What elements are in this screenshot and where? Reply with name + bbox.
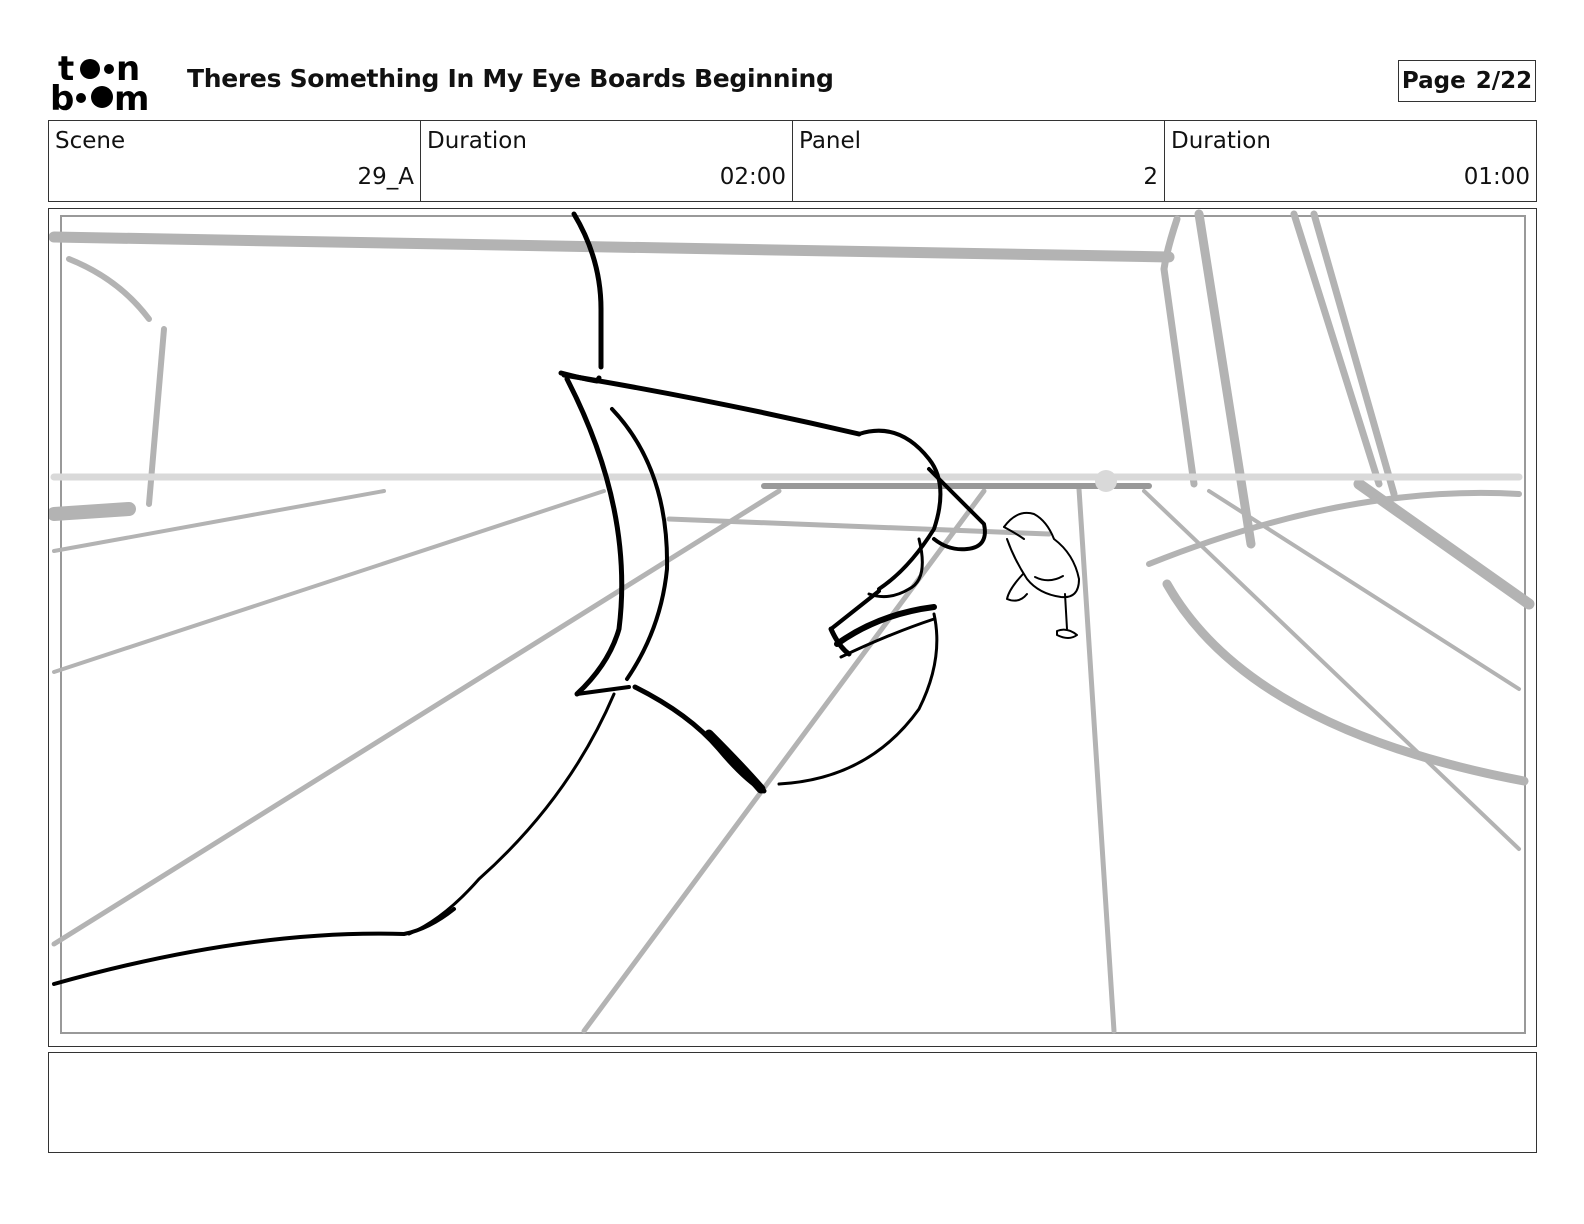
scene-cell: Scene 29_A <box>49 121 421 201</box>
svg-text:m: m <box>114 79 149 114</box>
scene-duration-label: Duration <box>427 128 527 154</box>
panel-cell: Panel 2 <box>793 121 1165 201</box>
panel-duration-label: Duration <box>1171 128 1271 154</box>
panel-info-row: Scene 29_A Duration 02:00 Panel 2 Durati… <box>48 120 1537 202</box>
storyboard-panel <box>48 208 1537 1047</box>
svg-text:b: b <box>50 79 74 114</box>
page-indicator: Page 2/22 <box>1398 60 1536 102</box>
panel-label: Panel <box>799 128 862 154</box>
page-label: Page <box>1401 68 1466 94</box>
panel-notes-box <box>48 1052 1537 1153</box>
panel-duration-value: 01:00 <box>1463 164 1530 190</box>
scene-label: Scene <box>55 128 126 154</box>
storyboard-sketch <box>49 209 1535 1034</box>
scene-duration-value: 02:00 <box>719 164 786 190</box>
panel-value: 2 <box>1143 164 1158 190</box>
page-value: 2/22 <box>1475 68 1533 94</box>
scene-value: 29_A <box>357 164 414 190</box>
document-title: Theres Something In My Eye Boards Beginn… <box>187 64 834 93</box>
scene-duration-cell: Duration 02:00 <box>421 121 793 201</box>
panel-duration-cell: Duration 01:00 <box>1165 121 1536 201</box>
toon-boom-logo: t n b m <box>50 49 170 119</box>
